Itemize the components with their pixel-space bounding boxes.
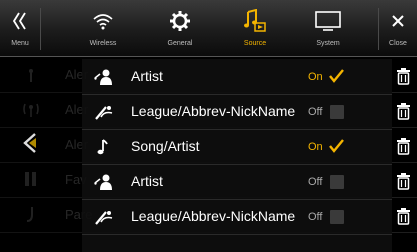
option-row-league[interactable]: League/Abbrev-NickName Off — [82, 199, 392, 235]
tab-general[interactable]: General — [150, 0, 210, 56]
sports-icon — [94, 103, 113, 121]
top-navigation-bar: Menu Wireless General Source System Clos… — [0, 0, 417, 57]
option-label: Artist — [131, 68, 163, 84]
dim-overlay — [0, 59, 82, 252]
option-label: League/Abbrev-NickName — [131, 103, 296, 119]
checkmark-icon — [329, 139, 344, 153]
toggle-state: Off — [308, 106, 323, 118]
tab-system[interactable]: System — [298, 0, 358, 56]
option-row-song-artist[interactable]: Song/Artist On — [82, 129, 392, 165]
on-off-toggle[interactable]: Off — [308, 104, 368, 120]
gear-icon — [150, 8, 210, 34]
option-label: Artist — [131, 173, 163, 189]
option-row-league[interactable]: League/Abbrev-NickName Off — [82, 94, 392, 130]
double-chevron-left-icon — [0, 8, 40, 34]
close-label: Close — [389, 40, 407, 47]
menu-button[interactable]: Menu — [0, 0, 40, 56]
close-icon — [379, 8, 417, 34]
toggle-state: Off — [308, 211, 323, 223]
general-label: General — [167, 40, 193, 47]
option-row-artist[interactable]: Artist On — [82, 59, 392, 95]
wireless-label: Wireless — [89, 40, 117, 47]
delete-column — [392, 57, 417, 252]
on-off-toggle[interactable]: On — [308, 139, 368, 155]
option-row-artist[interactable]: Artist Off — [82, 164, 392, 200]
tab-source[interactable]: Source — [225, 0, 285, 56]
trash-icon[interactable] — [396, 208, 411, 225]
source-label: Source — [243, 40, 267, 47]
list-item-partial — [82, 234, 392, 252]
back-arrow-icon[interactable] — [22, 132, 38, 154]
sports-icon — [94, 208, 113, 226]
option-label: League/Abbrev-NickName — [131, 208, 296, 224]
checkmark-icon — [329, 69, 344, 83]
on-off-toggle[interactable]: On — [308, 69, 368, 85]
wifi-icon — [73, 8, 133, 34]
monitor-icon — [298, 8, 358, 34]
divider — [40, 8, 41, 50]
trash-icon[interactable] — [396, 173, 411, 190]
on-off-toggle[interactable]: Off — [308, 209, 368, 225]
checkbox — [330, 175, 344, 189]
trash-icon[interactable] — [396, 138, 411, 155]
tab-wireless[interactable]: Wireless — [73, 0, 133, 56]
display-options-popup: Artist On League/Abbrev-NickName Off Son… — [82, 59, 392, 252]
trash-icon[interactable] — [396, 103, 411, 120]
source-music-icon — [225, 8, 285, 34]
trash-icon[interactable] — [396, 68, 411, 85]
toggle-state: On — [308, 141, 323, 153]
checkbox — [330, 105, 344, 119]
artist-icon — [94, 68, 112, 86]
close-button[interactable]: Close — [379, 0, 417, 56]
on-off-toggle[interactable]: Off — [308, 174, 368, 190]
option-label: Song/Artist — [131, 138, 200, 154]
artist-icon — [94, 173, 112, 191]
toggle-state: On — [308, 71, 323, 83]
menu-label: Menu — [11, 40, 29, 47]
checkbox — [330, 210, 344, 224]
toggle-state: Off — [308, 176, 323, 188]
music-note-icon — [94, 138, 112, 156]
system-label: System — [316, 40, 340, 47]
